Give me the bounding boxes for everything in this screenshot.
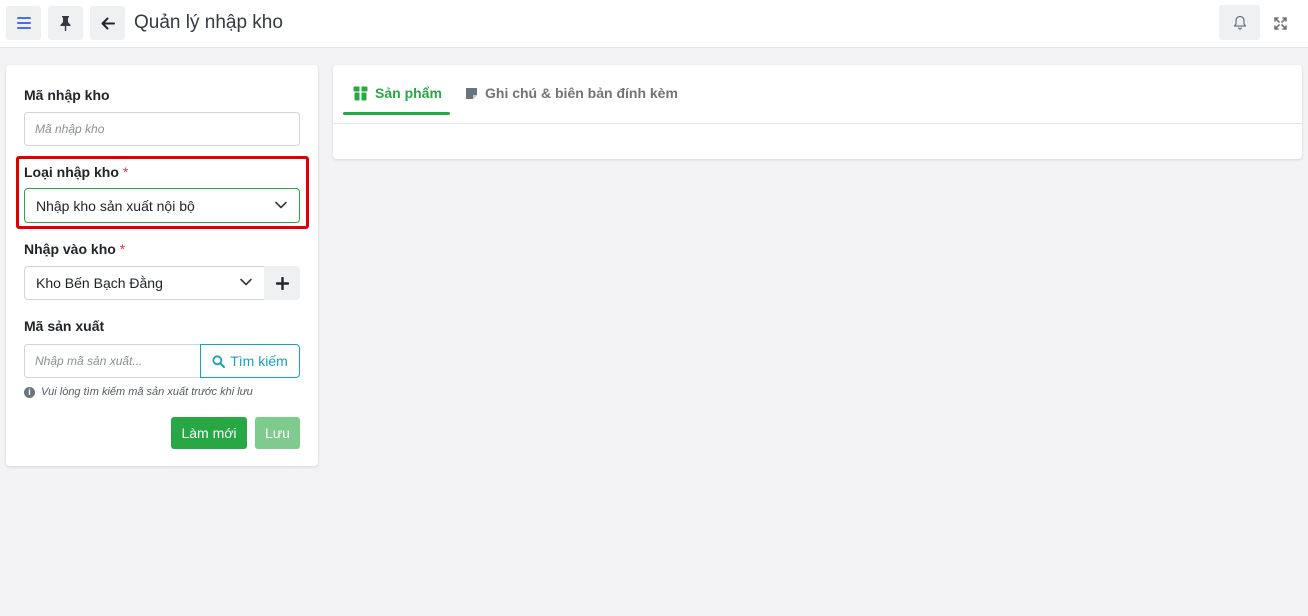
- receipt-type-select[interactable]: Nhập kho sản xuất nội bộ: [24, 188, 300, 223]
- fullscreen-button[interactable]: [1268, 12, 1292, 34]
- menu-icon: [16, 17, 31, 29]
- tab-notes-label: Ghi chú & biên bản đính kèm: [485, 85, 678, 101]
- search-button[interactable]: Tìm kiếm: [200, 344, 300, 378]
- required-mark: *: [122, 164, 129, 180]
- pin-button[interactable]: [48, 6, 83, 40]
- top-bar: Quản lý nhập kho: [0, 0, 1308, 48]
- pin-icon: [60, 15, 71, 31]
- receipt-code-label: Mã nhập kho: [24, 87, 110, 103]
- refresh-button[interactable]: Làm mới: [171, 417, 247, 449]
- tab-products[interactable]: Sản phẩm: [353, 85, 442, 101]
- menu-button[interactable]: [6, 6, 41, 40]
- search-icon: [212, 354, 226, 368]
- chevron-down-icon: [275, 201, 287, 208]
- receipt-type-label: Loại nhập kho *: [24, 164, 128, 180]
- receipt-form-card: Mã nhập kho Mã nhập kho Loại nhập kho * N…: [6, 65, 318, 466]
- tab-products-label: Sản phẩm: [375, 85, 442, 101]
- production-code-input[interactable]: Nhập mã sản xuất...: [24, 344, 201, 378]
- fullscreen-icon: [1273, 16, 1287, 30]
- details-card: Sản phẩm Ghi chú & biên bản đính kèm: [333, 65, 1302, 159]
- active-tab-indicator: [343, 112, 450, 115]
- plus-icon: [275, 276, 289, 290]
- warehouse-label: Nhập vào kho *: [24, 241, 125, 257]
- info-icon: i: [24, 386, 35, 398]
- receipt-code-placeholder: Mã nhập kho: [35, 122, 105, 136]
- add-warehouse-button[interactable]: [264, 266, 300, 300]
- save-button[interactable]: Lưu: [255, 417, 300, 449]
- back-button[interactable]: [90, 6, 125, 40]
- production-code-label: Mã sản xuất: [24, 318, 105, 334]
- tabs-divider: [333, 123, 1302, 124]
- hint-message: Vui lòng tìm kiếm mã sản xuất trước khi …: [41, 386, 253, 398]
- hint-text: i Vui lòng tìm kiếm mã sản xuất trước kh…: [24, 386, 253, 398]
- search-button-label: Tìm kiếm: [230, 353, 288, 369]
- back-arrow-icon: [101, 17, 115, 29]
- bell-icon: [1233, 15, 1246, 30]
- required-mark: *: [119, 241, 126, 257]
- receipt-code-input[interactable]: Mã nhập kho: [24, 112, 300, 146]
- page-title: Quản lý nhập kho: [134, 12, 283, 33]
- chevron-down-icon: [240, 278, 252, 286]
- sticky-note-icon: [466, 87, 477, 99]
- receipt-type-value: Nhập kho sản xuất nội bộ: [36, 197, 195, 214]
- notifications-button[interactable]: [1219, 5, 1260, 40]
- production-code-placeholder: Nhập mã sản xuất...: [35, 354, 143, 368]
- warehouse-value: Kho Bến Bạch Đằng: [36, 275, 163, 291]
- warehouse-label-text: Nhập vào kho: [24, 241, 116, 257]
- tab-notes-attachments[interactable]: Ghi chú & biên bản đính kèm: [465, 85, 678, 101]
- warehouse-select[interactable]: Kho Bến Bạch Đằng: [24, 266, 265, 300]
- box-icon: [353, 86, 368, 100]
- receipt-type-label-text: Loại nhập kho: [24, 164, 119, 180]
